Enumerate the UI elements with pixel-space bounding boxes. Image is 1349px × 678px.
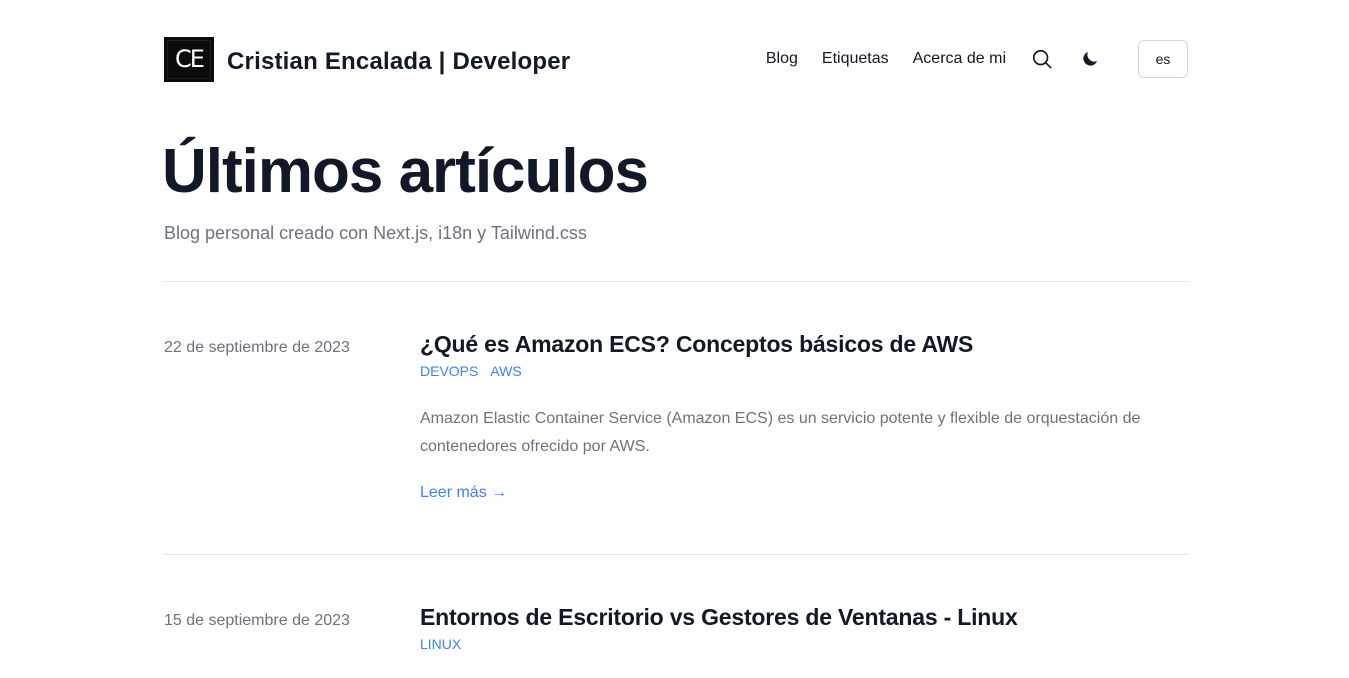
post-tags: LINUX <box>420 636 461 652</box>
nav-link-blog[interactable]: Blog <box>766 50 798 68</box>
read-more-link[interactable]: Leer más → <box>420 484 507 502</box>
main-nav: Blog Etiquetas Acerca de mi es <box>766 40 1188 78</box>
post-title-link[interactable]: ¿Qué es Amazon ECS? Conceptos básicos de… <box>420 331 973 358</box>
post-date: 15 de septiembre de 2023 <box>164 612 350 629</box>
divider <box>164 281 1188 282</box>
tag-link-aws[interactable]: AWS <box>490 363 521 379</box>
tag-link-linux[interactable]: LINUX <box>420 636 461 652</box>
nav-link-tags[interactable]: Etiquetas <box>822 50 889 68</box>
nav-link-about[interactable]: Acerca de mi <box>913 50 1006 68</box>
post-tags: DEVOPS AWS <box>420 363 522 379</box>
search-button[interactable] <box>1030 47 1054 71</box>
page-subtitle: Blog personal creado con Next.js, i18n y… <box>164 223 587 243</box>
logo-text: CE <box>175 45 205 73</box>
divider <box>164 554 1188 555</box>
brand-link[interactable]: CE Cristian Encalada | Developer <box>164 36 571 82</box>
site-header: CE Cristian Encalada | Developer Blog Et… <box>164 36 1188 82</box>
page-title: Últimos artículos <box>162 137 649 206</box>
moon-icon <box>1083 51 1098 66</box>
site-title: Cristian Encalada | Developer <box>227 48 571 75</box>
page: CE Cristian Encalada | Developer Blog Et… <box>0 0 1349 678</box>
theme-toggle-button[interactable] <box>1078 47 1102 71</box>
post-title-link[interactable]: Entornos de Escritorio vs Gestores de Ve… <box>420 604 1018 631</box>
search-icon <box>1032 49 1052 69</box>
tag-link-devops[interactable]: DEVOPS <box>420 363 478 379</box>
post-summary: Amazon Elastic Container Service (Amazon… <box>420 410 1141 455</box>
site-logo: CE <box>164 36 214 82</box>
language-select[interactable]: es <box>1138 40 1188 78</box>
post-date: 22 de septiembre de 2023 <box>164 339 350 356</box>
